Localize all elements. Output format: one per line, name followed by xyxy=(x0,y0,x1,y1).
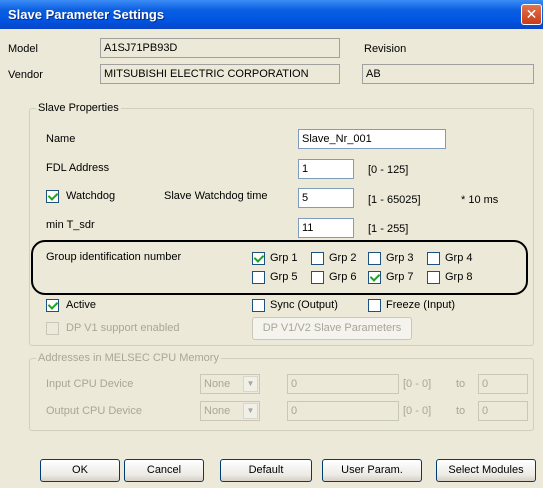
user-param-button[interactable]: User Param. xyxy=(322,459,422,482)
grp-3-checkbox[interactable] xyxy=(368,252,381,265)
window-title: Slave Parameter Settings xyxy=(8,7,165,22)
model-label: Model xyxy=(8,43,38,55)
active-checkbox[interactable] xyxy=(46,299,59,312)
cancel-button[interactable]: Cancel xyxy=(124,459,204,482)
grp-5-label: Grp 5 xyxy=(270,271,298,283)
grp-7-checkbox[interactable] xyxy=(368,271,381,284)
fdl-address-range: [0 - 125] xyxy=(368,164,409,176)
revision-value-field: AB xyxy=(362,64,534,84)
grp-7-label: Grp 7 xyxy=(386,271,414,283)
fdl-address-input[interactable]: 1 xyxy=(298,159,354,179)
ok-button[interactable]: OK xyxy=(40,459,120,482)
output-to-label: to xyxy=(456,405,466,417)
group-highlight-outline xyxy=(31,240,528,295)
input-range: [0 - 0] xyxy=(403,378,432,390)
group-id-label: Group identification number xyxy=(46,251,182,263)
grp-5-checkbox[interactable] xyxy=(252,271,265,284)
dpv1-support-checkbox[interactable] xyxy=(46,322,59,335)
grp-2-checkbox[interactable] xyxy=(311,252,324,265)
name-label: Name xyxy=(46,133,76,145)
fdl-address-label: FDL Address xyxy=(46,162,110,174)
name-input[interactable]: Slave_Nr_001 xyxy=(298,129,446,149)
grp-1-label: Grp 1 xyxy=(270,252,298,264)
output-device-value: None xyxy=(204,405,231,417)
default-button[interactable]: Default xyxy=(220,459,312,482)
output-range: [0 - 0] xyxy=(403,405,432,417)
vendor-label: Vendor xyxy=(8,69,43,81)
grp-8-checkbox[interactable] xyxy=(427,271,440,284)
grp-4-checkbox[interactable] xyxy=(427,252,440,265)
title-bar: Slave Parameter Settings ✕ xyxy=(0,0,543,29)
grp-6-checkbox[interactable] xyxy=(311,271,324,284)
dpv1-slave-parameters-button[interactable]: DP V1/V2 Slave Parameters xyxy=(252,317,412,340)
output-start-field[interactable]: 0 xyxy=(287,401,399,421)
sync-output-checkbox[interactable] xyxy=(252,299,265,312)
watchdog-time-unit: * 10 ms xyxy=(461,194,499,206)
output-end-field[interactable]: 0 xyxy=(478,401,528,421)
chevron-down-icon: ▼ xyxy=(243,403,258,419)
min-tsdr-range: [1 - 255] xyxy=(368,223,409,235)
grp-4-label: Grp 4 xyxy=(445,252,473,264)
chevron-down-icon: ▼ xyxy=(243,376,258,392)
grp-1-checkbox[interactable] xyxy=(252,252,265,265)
addresses-legend: Addresses in MELSEC CPU Memory xyxy=(36,352,221,364)
watchdog-time-input[interactable]: 5 xyxy=(298,188,354,208)
slave-properties-legend: Slave Properties xyxy=(36,102,121,114)
freeze-input-checkbox[interactable] xyxy=(368,299,381,312)
grp-6-label: Grp 6 xyxy=(329,271,357,283)
input-device-value: None xyxy=(204,378,231,390)
output-cpu-device-label: Output CPU Device xyxy=(46,405,142,417)
watchdog-checkbox[interactable] xyxy=(46,190,59,203)
close-button[interactable]: ✕ xyxy=(521,4,542,25)
input-end-field[interactable]: 0 xyxy=(478,374,528,394)
input-cpu-device-label: Input CPU Device xyxy=(46,378,134,390)
vendor-field: MITSUBISHI ELECTRIC CORPORATION xyxy=(100,64,340,84)
input-start-field[interactable]: 0 xyxy=(287,374,399,394)
grp-2-label: Grp 2 xyxy=(329,252,357,264)
watchdog-time-range: [1 - 65025] xyxy=(368,194,421,206)
model-field: A1SJ71PB93D xyxy=(100,38,340,58)
dialog-window: Slave Parameter Settings ✕ Model A1SJ71P… xyxy=(0,0,543,488)
freeze-input-label: Freeze (Input) xyxy=(386,299,456,311)
min-tsdr-input[interactable]: 11 xyxy=(298,218,354,238)
select-modules-button[interactable]: Select Modules xyxy=(436,459,536,482)
output-device-select[interactable]: None ▼ xyxy=(200,401,260,421)
watchdog-label: Watchdog xyxy=(66,190,116,202)
sync-output-label: Sync (Output) xyxy=(270,299,338,311)
addresses-group xyxy=(29,358,534,431)
close-icon: ✕ xyxy=(525,6,538,22)
dpv1-support-label: DP V1 support enabled xyxy=(66,322,180,334)
revision-label: Revision xyxy=(364,43,407,55)
input-device-select[interactable]: None ▼ xyxy=(200,374,260,394)
min-tsdr-label: min T_sdr xyxy=(46,219,95,231)
grp-3-label: Grp 3 xyxy=(386,252,414,264)
grp-8-label: Grp 8 xyxy=(445,271,473,283)
watchdog-time-label: Slave Watchdog time xyxy=(164,190,268,202)
input-to-label: to xyxy=(456,378,466,390)
active-label: Active xyxy=(66,299,96,311)
